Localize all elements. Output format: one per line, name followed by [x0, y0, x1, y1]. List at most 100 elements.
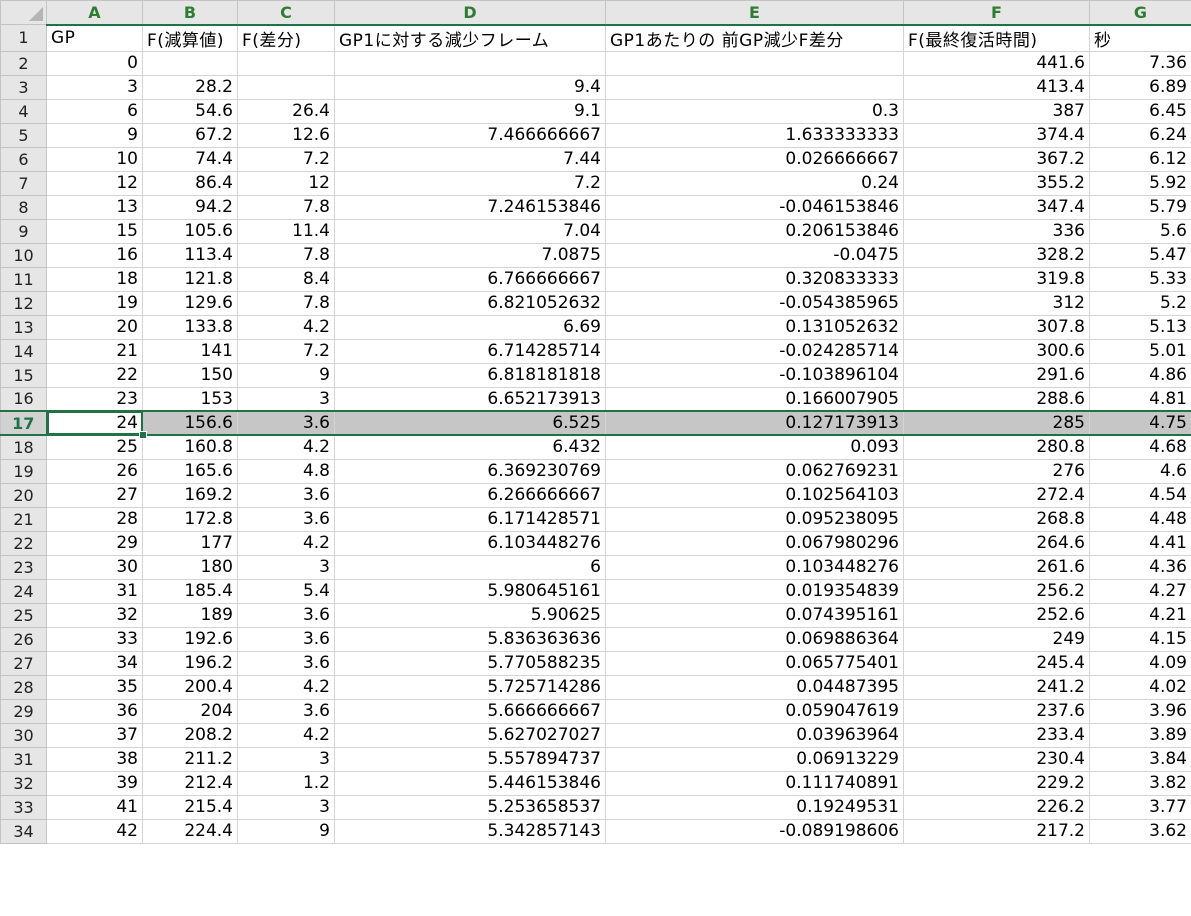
cell[interactable]: 29: [46, 530, 143, 556]
cell[interactable]: 268.8: [903, 506, 1090, 532]
cell[interactable]: 6.821052632: [334, 290, 606, 316]
cell[interactable]: 0.103448276: [605, 554, 904, 580]
cell[interactable]: 10: [46, 146, 143, 172]
cell[interactable]: 6.525: [334, 410, 606, 436]
cell[interactable]: 23: [46, 386, 143, 412]
cell[interactable]: 177: [142, 530, 238, 556]
cell[interactable]: 4.09: [1089, 650, 1191, 676]
cell[interactable]: 0.062769231: [605, 458, 904, 484]
cell[interactable]: 12.6: [237, 122, 335, 148]
cell[interactable]: 26.4: [237, 98, 335, 124]
cell[interactable]: 7.44: [334, 146, 606, 172]
column-header-d[interactable]: D: [334, 0, 606, 26]
cell[interactable]: 4.15: [1089, 626, 1191, 652]
cell[interactable]: 5.47: [1089, 242, 1191, 268]
cell[interactable]: 0.067980296: [605, 530, 904, 556]
cell[interactable]: 6.652173913: [334, 386, 606, 412]
cell[interactable]: 5.4: [237, 578, 335, 604]
cell[interactable]: 3.84: [1089, 746, 1191, 772]
cell[interactable]: 21: [46, 338, 143, 364]
cell[interactable]: 54.6: [142, 98, 238, 124]
cell[interactable]: [334, 50, 606, 76]
cell[interactable]: 169.2: [142, 482, 238, 508]
fill-handle[interactable]: [138, 431, 147, 439]
cell[interactable]: 4.81: [1089, 386, 1191, 412]
cell[interactable]: 336: [903, 218, 1090, 244]
cell[interactable]: 33: [46, 626, 143, 652]
cell[interactable]: 150: [142, 362, 238, 388]
cell[interactable]: 4.2: [237, 722, 335, 748]
cell[interactable]: 3.96: [1089, 698, 1191, 724]
cell[interactable]: 0.320833333: [605, 266, 904, 292]
row-header[interactable]: 9: [0, 218, 47, 244]
cell[interactable]: 211.2: [142, 746, 238, 772]
cell[interactable]: 208.2: [142, 722, 238, 748]
cell[interactable]: 7.246153846: [334, 194, 606, 220]
cell[interactable]: 230.4: [903, 746, 1090, 772]
row-header[interactable]: 27: [0, 650, 47, 676]
cell[interactable]: 6.69: [334, 314, 606, 340]
cell[interactable]: 3: [237, 386, 335, 412]
column-header-f[interactable]: F: [903, 0, 1090, 26]
cell[interactable]: 0: [46, 50, 143, 76]
cell[interactable]: 5.79: [1089, 194, 1191, 220]
cell[interactable]: 9.1: [334, 98, 606, 124]
row-header[interactable]: 20: [0, 482, 47, 508]
cell[interactable]: 0.06913229: [605, 746, 904, 772]
cell[interactable]: 5.446153846: [334, 770, 606, 796]
cell[interactable]: 7.2: [237, 338, 335, 364]
row-header[interactable]: 14: [0, 338, 47, 364]
cell[interactable]: 374.4: [903, 122, 1090, 148]
row-header[interactable]: 6: [0, 146, 47, 172]
cell[interactable]: 0.3: [605, 98, 904, 124]
cell[interactable]: 6.171428571: [334, 506, 606, 532]
cell[interactable]: 6.818181818: [334, 362, 606, 388]
cell[interactable]: 141: [142, 338, 238, 364]
column-title-cell[interactable]: 秒: [1089, 24, 1191, 52]
cell[interactable]: 12: [237, 170, 335, 196]
cell[interactable]: 256.2: [903, 578, 1090, 604]
cell[interactable]: 5.725714286: [334, 674, 606, 700]
cell[interactable]: 217.2: [903, 818, 1090, 844]
cell[interactable]: 226.2: [903, 794, 1090, 820]
cell[interactable]: 233.4: [903, 722, 1090, 748]
column-header-c[interactable]: C: [237, 0, 335, 26]
cell[interactable]: 215.4: [142, 794, 238, 820]
cell[interactable]: 3.6: [237, 602, 335, 628]
cell[interactable]: -0.089198606: [605, 818, 904, 844]
cell[interactable]: 204: [142, 698, 238, 724]
cell[interactable]: 180: [142, 554, 238, 580]
row-header[interactable]: 16: [0, 386, 47, 412]
cell[interactable]: -0.046153846: [605, 194, 904, 220]
cell[interactable]: 4.54: [1089, 482, 1191, 508]
cell[interactable]: 4.75: [1089, 410, 1191, 436]
cell[interactable]: 7.8: [237, 242, 335, 268]
cell[interactable]: 5.6: [1089, 218, 1191, 244]
cell[interactable]: 28.2: [142, 74, 238, 100]
cell[interactable]: 276: [903, 458, 1090, 484]
cell[interactable]: 5.557894737: [334, 746, 606, 772]
cell[interactable]: 249: [903, 626, 1090, 652]
cell[interactable]: 4.02: [1089, 674, 1191, 700]
cell[interactable]: 3: [237, 794, 335, 820]
row-header[interactable]: 1: [0, 24, 47, 52]
cell[interactable]: 13: [46, 194, 143, 220]
row-header[interactable]: 34: [0, 818, 47, 844]
cell[interactable]: 7.8: [237, 290, 335, 316]
cell[interactable]: 22: [46, 362, 143, 388]
row-header[interactable]: 26: [0, 626, 47, 652]
cell[interactable]: 4.41: [1089, 530, 1191, 556]
cell[interactable]: 0.095238095: [605, 506, 904, 532]
cell[interactable]: 42: [46, 818, 143, 844]
cell[interactable]: 0.065775401: [605, 650, 904, 676]
cell[interactable]: 261.6: [903, 554, 1090, 580]
cell[interactable]: 6: [334, 554, 606, 580]
cell[interactable]: 25: [46, 434, 143, 460]
cell[interactable]: 34: [46, 650, 143, 676]
cell[interactable]: 387: [903, 98, 1090, 124]
cell[interactable]: 9: [46, 122, 143, 148]
column-header-a[interactable]: A: [46, 0, 143, 26]
cell[interactable]: 3.6: [237, 698, 335, 724]
cell[interactable]: -0.024285714: [605, 338, 904, 364]
cell[interactable]: 9: [237, 818, 335, 844]
